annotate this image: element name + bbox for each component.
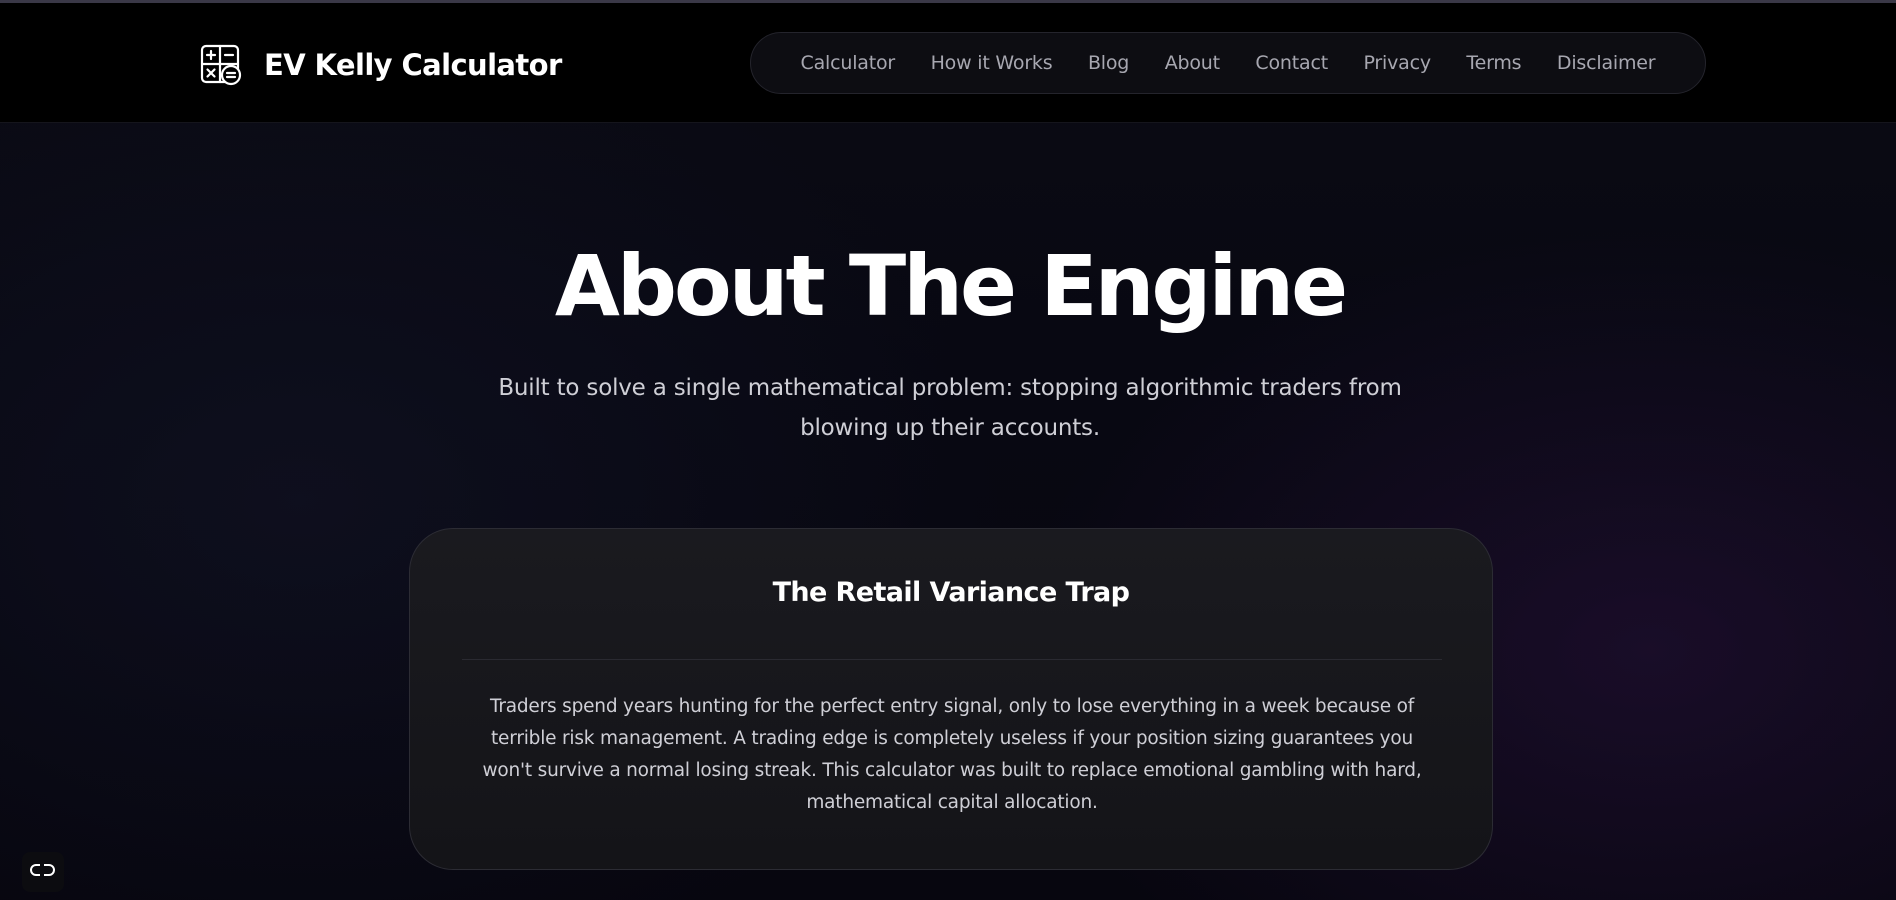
page-subtitle: Built to solve a single mathematical pro… [498,375,1402,441]
page: EV Kelly Calculator Calculator How it Wo… [0,0,1896,900]
info-card: The Retail Variance Trap Traders spend y… [409,528,1493,870]
nav-item-terms[interactable]: Terms [1466,52,1521,74]
page-title: About The Engine [554,237,1348,335]
nav-item-disclaimer[interactable]: Disclaimer [1557,52,1656,74]
main-nav: Calculator How it Works Blog About Conta… [750,32,1706,94]
nav-item-how-it-works[interactable]: How it Works [931,52,1053,74]
nav-item-calculator[interactable]: Calculator [801,52,896,74]
nav-item-privacy[interactable]: Privacy [1363,52,1431,74]
nav-item-contact[interactable]: Contact [1255,52,1328,74]
nav-item-blog[interactable]: Blog [1088,52,1129,74]
link-icon [28,862,58,882]
floating-link-button[interactable] [22,852,64,892]
nav-item-about[interactable]: About [1165,52,1220,74]
calculator-icon [200,44,242,86]
card-body: Traders spend years hunting for the perf… [482,696,1422,813]
card-divider [462,659,1442,660]
site-header: EV Kelly Calculator Calculator How it Wo… [0,3,1896,123]
card-title: The Retail Variance Trap [772,577,1130,608]
brand-title: EV Kelly Calculator [264,48,562,82]
brand[interactable]: EV Kelly Calculator [200,43,562,87]
